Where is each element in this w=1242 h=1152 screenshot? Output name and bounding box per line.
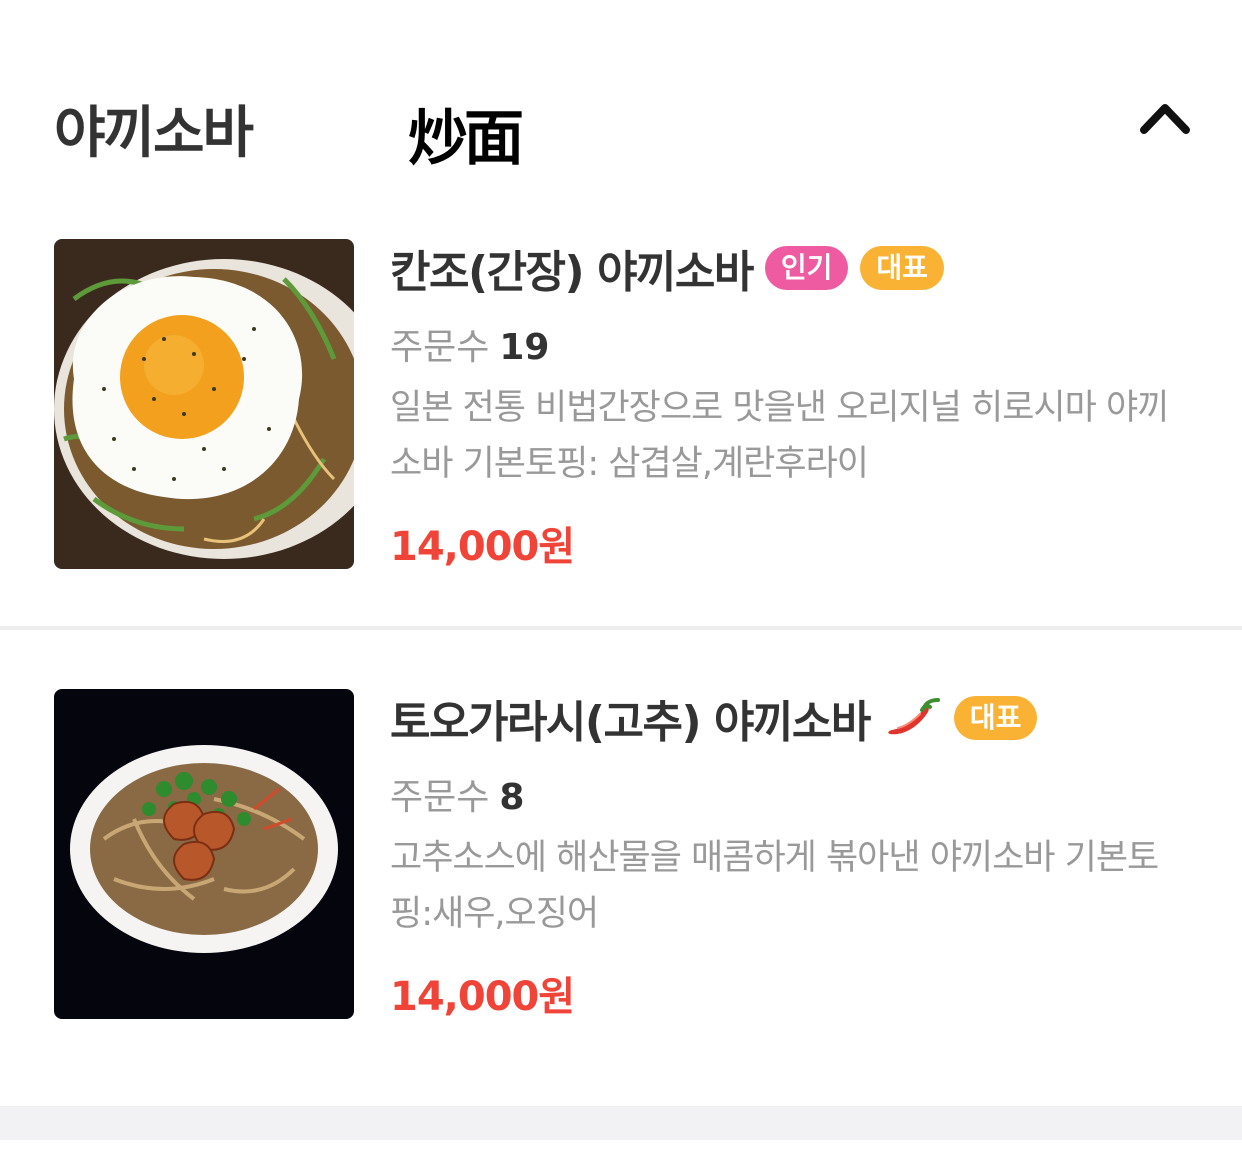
signature-badge: 대표 [860,246,944,290]
section-header[interactable]: 야끼소바 炒面 [0,60,1242,190]
section-separator [0,1106,1242,1140]
divider [0,626,1242,630]
menu-item[interactable]: 토오가라시(고추) 야끼소바 대표 주문수 8 고추소스에 해산물을 매콤하게 볶… [0,640,1242,1030]
section-title: 야끼소바 [54,101,254,166]
signature-badge: 대표 [953,696,1038,740]
order-label: 주문수 [390,327,490,368]
item-description: 일본 전통 비법간장으로 맛을낸 오리지널 히로시마 야끼소바 기본토핑: 삼겹… [390,388,1169,484]
fried-egg-yakisoba-photo [54,239,354,569]
item-name: 토오가라시(고추) 야끼소바 [390,697,871,748]
chili-pepper-icon [884,694,942,742]
item-name-row: 칸조(간장) 야끼소바 인기 대표 [390,236,944,300]
popular-badge: 인기 [764,246,849,290]
order-count-row: 주문수 8 [390,768,524,820]
section-logo: 炒面 [408,104,524,174]
order-count: 19 [499,327,550,368]
order-count-row: 주문수 19 [390,318,549,370]
item-name: 칸조(간장) 야끼소바 [390,247,754,298]
order-count: 8 [499,777,525,818]
order-label: 주문수 [390,777,490,818]
item-price: 14,000원 [390,524,575,570]
item-price: 14,000원 [390,974,575,1020]
item-name-row: 토오가라시(고추) 야끼소바 대표 [390,686,1038,750]
menu-item[interactable]: 칸조(간장) 야끼소바 인기 대표 주문수 19 일본 전통 비법간장으로 맛을낸… [0,190,1242,580]
item-description: 고추소스에 해산물을 매콤하게 볶아낸 야끼소바 기본토핑:새우,오징어 [390,838,1159,934]
chevron-up-icon[interactable] [1136,96,1194,140]
shrimp-yakisoba-photo [54,689,354,1019]
